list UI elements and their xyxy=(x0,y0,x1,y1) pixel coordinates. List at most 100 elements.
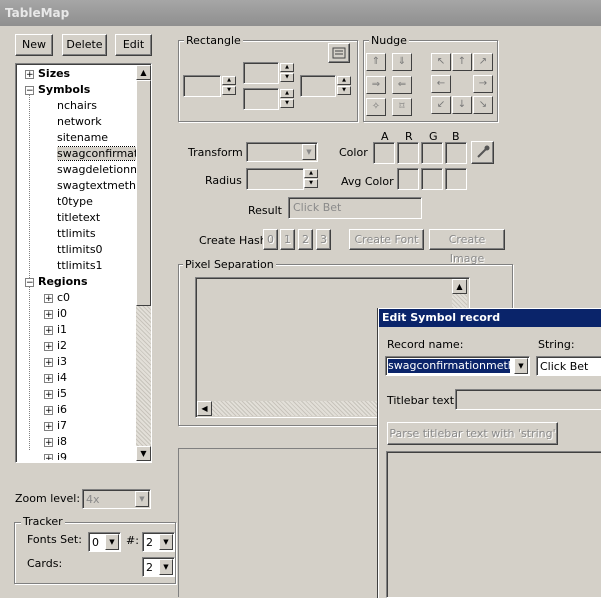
scroll-up-icon[interactable]: ▲ xyxy=(452,279,467,294)
grow-right-icon[interactable]: ⇒ xyxy=(366,76,386,94)
tree-scrollbar[interactable]: ▲ ▼ xyxy=(136,65,151,461)
result-field[interactable]: Click Bet xyxy=(288,197,422,219)
avg-b-field[interactable] xyxy=(445,168,467,190)
color-g-field[interactable] xyxy=(421,142,443,164)
hash-2-button[interactable]: 2 xyxy=(298,229,313,250)
scroll-thumb[interactable] xyxy=(136,80,151,306)
tree-item-region[interactable]: + i7 xyxy=(44,418,67,434)
new-button[interactable]: New xyxy=(15,34,53,56)
transform-select[interactable]: ▼ xyxy=(246,142,318,162)
tree-item-region[interactable]: + i3 xyxy=(44,354,67,370)
rect-left-field[interactable] xyxy=(183,75,221,97)
color-a-field[interactable] xyxy=(373,142,395,164)
tree-item-symbol[interactable]: swagdeletionme xyxy=(57,162,136,178)
expand-icon[interactable]: + xyxy=(44,454,53,460)
tree-item-region[interactable]: + i4 xyxy=(44,370,67,386)
collapse-icon[interactable]: − xyxy=(25,86,34,96)
radius-up-icon[interactable]: ▲ xyxy=(304,169,318,178)
expand-icon[interactable]: + xyxy=(44,342,53,352)
tree-item-region[interactable]: + i8 xyxy=(44,434,67,450)
tree-item-region[interactable]: + i6 xyxy=(44,402,67,418)
rect-bottom-up-icon[interactable]: ▲ xyxy=(280,89,294,98)
hash-0-button[interactable]: 0 xyxy=(263,229,278,250)
tree-item-symbol[interactable]: swagconfirmatio xyxy=(57,146,136,162)
expand-icon[interactable]: + xyxy=(44,374,53,384)
scroll-down-icon[interactable]: ▼ xyxy=(136,446,151,461)
tree-node-symbols[interactable]: − Symbols xyxy=(25,82,90,98)
create-font-button[interactable]: Create Font xyxy=(349,229,424,250)
expand-icon[interactable]: + xyxy=(44,310,53,320)
tree-item-region[interactable]: + i5 xyxy=(44,386,67,402)
avg-r-field[interactable] xyxy=(397,168,419,190)
expand-icon[interactable]: + xyxy=(44,438,53,448)
parse-titlebar-button[interactable]: Parse titlebar text with 'string' xyxy=(387,422,558,445)
rectangle-picker-icon[interactable] xyxy=(328,43,350,63)
move-left-icon[interactable]: ← xyxy=(431,75,451,93)
expand-icon[interactable]: + xyxy=(44,406,53,416)
tree-node-regions[interactable]: − Regions xyxy=(25,274,88,290)
move-down-left-icon[interactable]: ↙ xyxy=(431,96,451,114)
tree-item-region[interactable]: + i1 xyxy=(44,322,67,338)
color-r-field[interactable] xyxy=(397,142,419,164)
tree-item-symbol[interactable]: ttlimits xyxy=(57,226,96,242)
shrink-all-icon[interactable]: ⌑ xyxy=(392,98,412,116)
expand-icon[interactable]: + xyxy=(44,326,53,336)
rect-right-up-icon[interactable]: ▲ xyxy=(337,76,351,85)
hash-count-select[interactable]: 2 ▼ xyxy=(142,532,175,552)
rect-top-down-icon[interactable]: ▼ xyxy=(280,73,294,82)
rect-left-up-icon[interactable]: ▲ xyxy=(222,76,236,85)
tree-item-symbol[interactable]: sitename xyxy=(57,130,108,146)
avg-g-field[interactable] xyxy=(421,168,443,190)
hash-3-button[interactable]: 3 xyxy=(316,229,331,250)
edit-button[interactable]: Edit xyxy=(115,34,152,56)
move-up-right-icon[interactable]: ↗ xyxy=(473,53,493,71)
radius-field[interactable] xyxy=(246,168,304,190)
canvas-area[interactable] xyxy=(178,448,398,597)
cards-select[interactable]: 2 ▼ xyxy=(142,557,175,577)
shrink-up-icon[interactable]: ⇓ xyxy=(392,53,412,71)
tree-item-symbol[interactable]: nchairs xyxy=(57,98,97,114)
expand-icon[interactable]: + xyxy=(25,70,34,80)
radius-down-icon[interactable]: ▼ xyxy=(304,179,318,188)
expand-icon[interactable]: + xyxy=(44,390,53,400)
scroll-up-icon[interactable]: ▲ xyxy=(136,65,151,80)
record-name-select[interactable]: swagconfirmationmethod ▼ xyxy=(385,356,530,376)
move-up-icon[interactable]: ↑ xyxy=(452,53,472,71)
zoom-select[interactable]: 4x ▼ xyxy=(82,489,151,509)
expand-icon[interactable]: + xyxy=(44,422,53,432)
move-down-right-icon[interactable]: ↘ xyxy=(473,96,493,114)
rect-left-down-icon[interactable]: ▼ xyxy=(222,86,236,95)
rect-bottom-field[interactable] xyxy=(243,88,279,110)
rect-right-field[interactable] xyxy=(300,75,336,97)
shrink-right-icon[interactable]: ⇐ xyxy=(392,76,412,94)
rect-top-field[interactable] xyxy=(243,62,279,84)
hash-1-button[interactable]: 1 xyxy=(280,229,295,250)
tree-item-region[interactable]: + i2 xyxy=(44,338,67,354)
rect-bottom-down-icon[interactable]: ▼ xyxy=(280,99,294,108)
expand-icon[interactable]: + xyxy=(44,358,53,368)
tree-item-symbol[interactable]: network xyxy=(57,114,102,130)
tree-node-sizes[interactable]: + Sizes xyxy=(25,66,70,82)
scroll-left-icon[interactable]: ◀ xyxy=(197,401,212,416)
tree-item-symbol[interactable]: ttlimits0 xyxy=(57,242,103,258)
symbol-tree[interactable]: + Sizes − Symbols nchairs network sitename swag… xyxy=(15,63,152,463)
create-image-button[interactable]: Create Image xyxy=(429,229,505,265)
eyedropper-icon[interactable] xyxy=(471,141,494,164)
move-right-icon[interactable]: → xyxy=(473,75,493,93)
tree-item-region[interactable]: + i9 xyxy=(44,450,67,460)
tree-item-symbol[interactable]: titletext xyxy=(57,210,100,226)
tree-item-symbol[interactable]: swagtextmethod xyxy=(57,178,136,194)
tree-item-region[interactable]: + i0 xyxy=(44,306,67,322)
collapse-icon[interactable]: − xyxy=(25,278,34,288)
expand-icon[interactable]: + xyxy=(44,294,53,304)
rect-top-up-icon[interactable]: ▲ xyxy=(280,63,294,72)
delete-button[interactable]: Delete xyxy=(62,34,107,56)
rect-right-down-icon[interactable]: ▼ xyxy=(337,86,351,95)
color-b-field[interactable] xyxy=(445,142,467,164)
grow-up-icon[interactable]: ⇑ xyxy=(366,53,386,71)
move-up-left-icon[interactable]: ↖ xyxy=(431,53,451,71)
string-field[interactable]: Click Bet xyxy=(536,356,601,376)
tree-item-symbol[interactable]: t0type xyxy=(57,194,93,210)
move-down-icon[interactable]: ↓ xyxy=(452,96,472,114)
fonts-set-select[interactable]: 0 ▼ xyxy=(88,532,121,552)
